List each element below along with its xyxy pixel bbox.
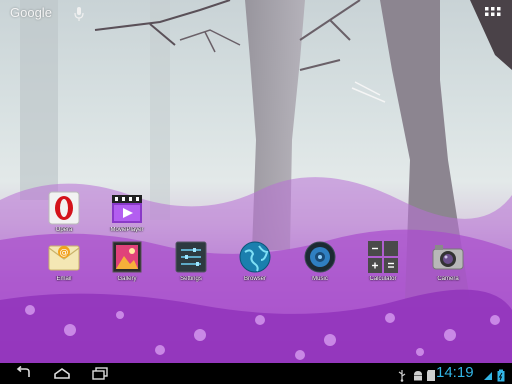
back-icon[interactable] <box>14 365 34 381</box>
app-label: Email <box>56 276 72 282</box>
app-settings[interactable]: Settings <box>161 240 221 298</box>
app-browser[interactable]: Browser <box>225 240 285 298</box>
settings-icon <box>175 240 207 274</box>
app-camera[interactable]: Camera <box>418 240 478 298</box>
music-speaker-icon <box>304 240 336 274</box>
app-gallery[interactable]: Gallery <box>97 240 157 298</box>
app-music[interactable]: Music <box>290 240 350 298</box>
svg-text:@: @ <box>60 248 69 258</box>
app-label: MoviePlayer <box>110 227 144 233</box>
app-label: Camera <box>437 276 459 282</box>
browser-globe-icon <box>239 240 271 274</box>
app-label: Calculator <box>369 276 397 282</box>
opera-icon <box>48 191 80 225</box>
status-clock[interactable]: 14:19 <box>436 364 474 381</box>
home-icon[interactable] <box>52 366 72 381</box>
google-logo[interactable]: Google <box>10 5 52 20</box>
battery-icon <box>495 367 507 382</box>
calculator-icon <box>367 240 399 274</box>
wallpaper <box>0 0 512 363</box>
app-label: Opera <box>55 227 73 233</box>
wallpaper-scene <box>0 0 512 363</box>
usb-icon <box>396 367 408 382</box>
movie-player-icon <box>111 191 143 225</box>
wifi-activity-icon <box>482 367 494 380</box>
gallery-icon <box>111 240 143 274</box>
android-debug-icon <box>412 367 424 381</box>
app-label: Music <box>312 276 328 282</box>
email-icon: @ <box>48 240 80 274</box>
app-label: Browser <box>243 276 266 282</box>
recent-apps-icon[interactable] <box>90 366 110 381</box>
app-email[interactable]: @ Email <box>34 240 94 298</box>
app-calculator[interactable]: Calculator <box>353 240 413 298</box>
all-apps-grid-icon[interactable] <box>484 6 502 22</box>
mic-icon[interactable] <box>72 6 86 22</box>
google-search-bar[interactable]: Google <box>0 0 512 28</box>
camera-icon <box>432 240 464 274</box>
app-label: Settings <box>180 276 202 282</box>
app-label: Gallery <box>117 276 137 282</box>
system-navigation-bar: 14:19 <box>0 363 512 384</box>
